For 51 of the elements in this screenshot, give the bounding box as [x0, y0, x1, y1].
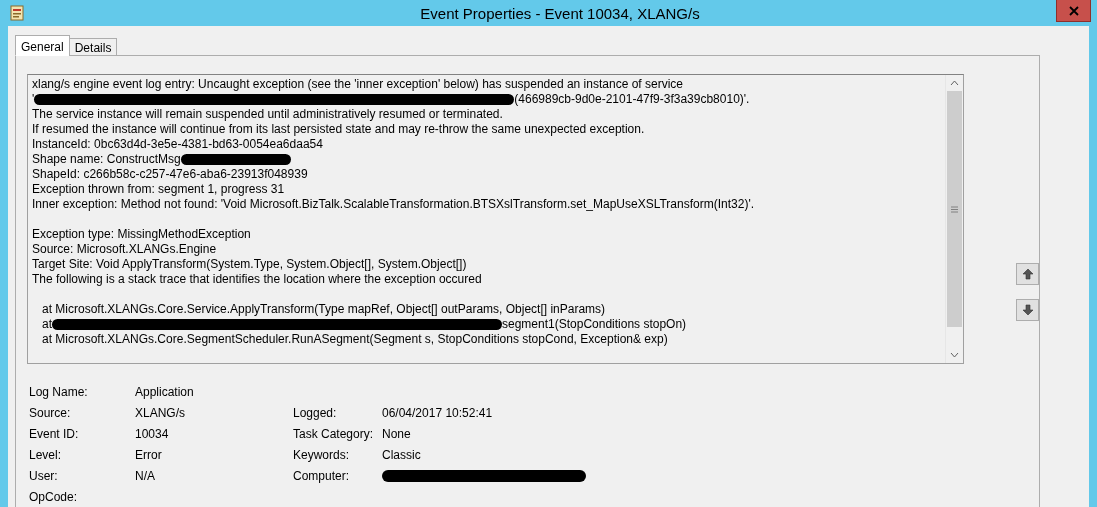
scrollbar[interactable]: [945, 75, 963, 363]
field-value: Error: [135, 447, 163, 462]
message-text: The service instance will remain suspended until administratively resumed or terminated.: [32, 107, 503, 122]
field-label: Level:: [29, 447, 63, 462]
field-label: OpCode:: [29, 489, 79, 504]
scroll-thumb[interactable]: [947, 91, 962, 327]
tab[interactable]: General: [15, 35, 70, 56]
app-icon: [10, 5, 24, 21]
down-arrow-icon: [1021, 304, 1034, 316]
message-text: Source: Microsoft.XLANGs.Engine: [32, 242, 217, 257]
field-label: Logged:: [293, 405, 338, 420]
next-event-button[interactable]: [1016, 299, 1039, 321]
field-label: Log Name:: [29, 384, 89, 399]
message-text: at Microsoft.XLANGs.Core.Service.ApplyTransform(Type mapRef, Object[] outParams, Object[] inParams): [41, 302, 606, 317]
field-label: Source:: [29, 405, 72, 420]
field-value: 10034: [135, 426, 170, 441]
close-icon: [1068, 5, 1079, 16]
field-label: Keywords:: [293, 447, 351, 462]
message-text: segment1(StopConditions stopOn): [502, 317, 687, 332]
message-text: at: [41, 317, 52, 332]
message-text: Exception thrown from: segment 1, progress 31: [32, 182, 285, 197]
message-text: Exception type: MissingMethodException: [32, 227, 251, 242]
field-value: Application: [135, 384, 195, 399]
close-button[interactable]: [1056, 0, 1091, 22]
message-text: xlang/s engine event log entry: Uncaught exception (see the 'inner exception' below) has suspended an instance of service: [32, 77, 683, 92]
field-label: Event ID:: [29, 426, 80, 441]
message-text: Target Site: Void ApplyTransform(System.Type, System.Object[], System.Object[]): [32, 257, 467, 272]
field-value: 06/04/2017 10:52:41: [382, 405, 494, 420]
field-label: Task Category:: [293, 426, 375, 441]
message-text: at Microsoft.XLANGs.Core.SegmentScheduler.RunASegment(Segment s, StopConditions stopCond, Exception& exp): [41, 332, 668, 347]
message-text: Shape name: ConstructMsg: [32, 152, 181, 167]
message-text: Inner exception: Method not found: 'Void Microsoft.BizTalk.ScalableTransformation.BTSXslTransform.set_MapUseXSLTransform(Int32)'.: [32, 197, 754, 212]
field-value: None: [382, 426, 412, 441]
field-label: User:: [29, 468, 59, 483]
grip-icon: [951, 205, 958, 213]
field-value: N/A: [135, 468, 156, 483]
message-text: If resumed the instance will continue from its last persisted state and may re-throw the same unexpected exception.: [32, 122, 645, 137]
message-text: ': [32, 92, 35, 107]
scroll-up-icon[interactable]: [950, 80, 959, 86]
window-title: Event Properties - Event 10034, XLANG/s: [419, 4, 701, 22]
up-arrow-icon: [1021, 268, 1034, 280]
field-value: XLANG/s: [135, 405, 186, 420]
scroll-down-icon[interactable]: [950, 352, 959, 358]
previous-event-button[interactable]: [1016, 263, 1039, 285]
message-text: InstanceId: 0bc63d4d-3e5e-4381-bd63-0054ea6daa54: [32, 137, 323, 152]
field-label: Computer:: [293, 468, 351, 483]
field-value: Classic: [382, 447, 422, 462]
message-text: (466989cb-9d0e-2101-47f9-3f3a39cb8010)'.: [514, 92, 750, 107]
message-text: The following is a stack trace that identifies the location where the exception occured: [32, 272, 482, 287]
tab[interactable]: Details: [68, 38, 118, 56]
message-text: ShapeId: c266b58c-c257-47e6-aba6-23913f048939: [32, 167, 308, 182]
